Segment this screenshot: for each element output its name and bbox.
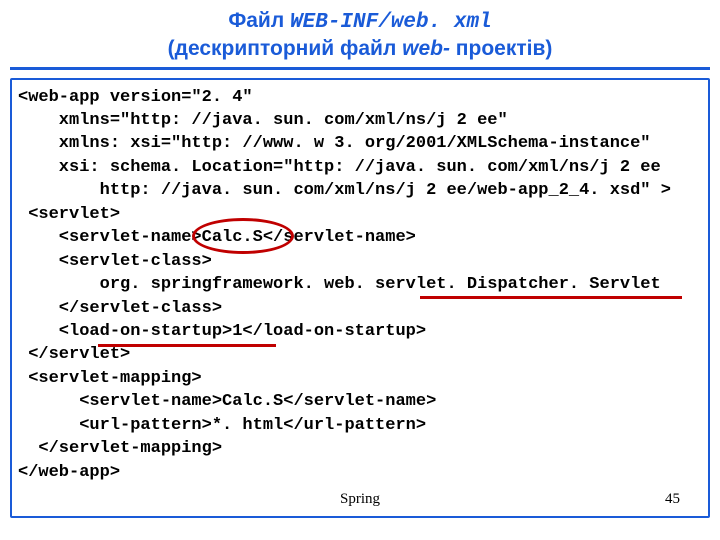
code-l2: xmlns="http: //java. sun. com/xml/ns/j 2… (18, 111, 508, 130)
slide: Файл WEB-INF/web. xml (дескрипторний фай… (0, 0, 720, 540)
title-line2a: (дескрипторний файл (168, 37, 402, 60)
code-l4: xsi: schema. Location="http: //java. sun… (18, 158, 661, 177)
code-l14: <servlet-name>Calc.S</servlet-name> (18, 392, 436, 411)
title-row: Файл WEB-INF/web. xml (дескрипторний фай… (10, 8, 710, 70)
code-l15: <url-pattern>*. html</url-pattern> (18, 416, 426, 435)
slide-title: Файл WEB-INF/web. xml (дескрипторний фай… (0, 0, 720, 72)
footer-name: Spring (340, 489, 380, 510)
code-l17: </web-app> (18, 463, 120, 482)
code-l11: <load-on-startup>1</load-on-startup> (18, 322, 426, 341)
code-l13: <servlet-mapping> (18, 369, 202, 388)
highlight-underline-1-icon (420, 296, 682, 299)
code-l12: </servlet> (18, 345, 130, 364)
title-line2c: проектів) (450, 37, 552, 60)
title-line2b: web- (402, 37, 450, 60)
title-path: WEB-INF/web. xml (290, 11, 492, 34)
code-block: <web-app version="2. 4" xmlns="http: //j… (10, 78, 710, 518)
title-prefix: Файл (228, 9, 290, 32)
code-l9: org. springframework. web. servlet. Disp… (18, 275, 661, 294)
code-l3: xmlns: xsi="http: //www. w 3. org/2001/X… (18, 134, 651, 153)
code-l6: <servlet> (18, 205, 120, 224)
code-l1: <web-app version="2. 4" (18, 88, 253, 107)
footer-page-number: 45 (665, 489, 680, 510)
code-l10: </servlet-class> (18, 299, 222, 318)
code-l16: </servlet-mapping> (18, 439, 222, 458)
code-l7: <servlet-name>Calc.S</servlet-name> (18, 228, 416, 247)
code-l5: http: //java. sun. com/xml/ns/j 2 ee/web… (18, 181, 671, 200)
code-l8: <servlet-class> (18, 252, 212, 271)
